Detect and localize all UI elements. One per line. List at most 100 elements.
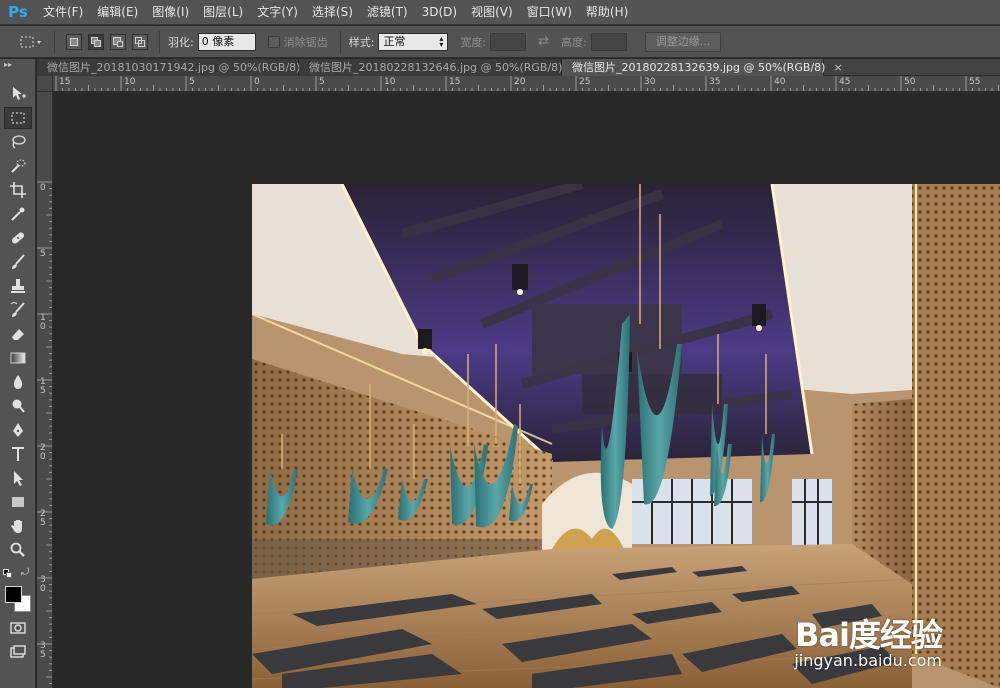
menu-file[interactable]: 文件(F) [36,0,90,25]
ruler-label: 15 [59,77,71,87]
quick-mask-button[interactable] [4,617,32,639]
blur-tool[interactable] [4,371,32,393]
tool-preset-picker[interactable] [16,31,46,53]
separator [54,30,55,53]
screen-mode-icon [10,645,26,658]
ruler-label: 1 5 [40,377,46,396]
crop-tool[interactable] [4,179,32,201]
toolbox: ▸▸ ⤾ [0,59,36,688]
menu-view[interactable]: 视图(V) [464,0,520,25]
brush-tool[interactable] [4,251,32,273]
toolbox-collapse-icon[interactable]: ▸▸ [4,60,12,69]
history-brush-tool[interactable] [4,299,32,321]
select-arrows-icon: ▴ ▾ [439,33,444,49]
antialias-checkbox[interactable] [267,35,280,48]
ruler-label: 0 [40,183,46,193]
foreground-color-swatch[interactable] [5,586,22,603]
ruler-label: 30 [644,77,656,87]
yoga-studio-photo[interactable] [252,184,1000,688]
ruler-label: 0 [254,77,260,87]
path-selection-icon [14,471,23,486]
vertical-ruler[interactable]: 0 5 1 0 1 5 2 0 2 5 3 0 3 5 [37,92,53,688]
tab-document-2[interactable]: 微信图片_20180228132646.jpg @ 50%(RGB/8) × [299,59,580,76]
move-tool[interactable] [4,83,32,105]
separator [339,30,341,53]
menu-select[interactable]: 选择(S) [305,0,360,25]
ruler-label: 35 [709,77,721,87]
height-label: 高度: [561,35,587,49]
bandage-icon [11,232,25,244]
swap-colors-icon[interactable]: ⤾ [21,567,29,578]
lasso-icon [12,135,26,149]
marquee-icon [11,112,25,124]
type-tool[interactable] [4,443,32,465]
tab-label: 微信图片_20180228132646.jpg @ 50%(RGB/8) [309,61,563,74]
menu-window[interactable]: 窗口(W) [520,0,579,25]
dodge-tool[interactable] [4,395,32,417]
quick-selection-tool[interactable] [4,155,32,177]
ruler-label: 2 0 [40,443,46,462]
refine-edge-button[interactable]: 调整边缘... [644,31,722,52]
ruler-origin[interactable] [37,76,53,92]
menu-type[interactable]: 文字(Y) [250,0,305,25]
intersect-selection-button[interactable] [132,33,148,50]
menu-3d[interactable]: 3D(D) [415,0,464,25]
drop-icon [13,375,23,389]
eyedropper-tool[interactable] [4,203,32,225]
swap-dimensions-icon[interactable]: ⇄ [538,34,549,49]
tab-document-1[interactable]: 微信图片_20181030171942.jpg @ 50%(RGB/8) × [37,59,318,76]
horizontal-ruler-ticks [55,76,999,91]
brush-icon [12,254,25,269]
watermark-url: jingyan.baidu.com [794,650,942,670]
width-input[interactable] [490,32,527,51]
gradient-tool[interactable] [4,347,32,369]
quick-mask-icon [10,622,26,634]
menu-help[interactable]: 帮助(H) [579,0,635,25]
healing-brush-tool[interactable] [4,227,32,249]
gradient-icon [10,352,26,364]
hand-tool[interactable] [4,515,32,537]
default-colors-icon[interactable] [3,569,13,579]
ruler-label: 45 [839,77,851,87]
marquee-preset-icon [20,36,41,47]
new-selection-button[interactable] [66,33,82,50]
close-icon[interactable]: × [833,59,842,76]
dodge-icon [12,399,25,413]
stamp-icon [11,279,25,293]
feather-label: 羽化: [168,35,194,49]
menu-filter[interactable]: 滤镜(T) [360,0,415,25]
menu-image[interactable]: 图像(I) [145,0,196,25]
path-selection-tool[interactable] [4,467,32,489]
rectangular-marquee-tool[interactable] [4,107,32,129]
zoom-tool[interactable] [4,539,32,561]
type-icon [12,447,24,461]
ruler-label: 1 0 [40,313,46,332]
crop-icon [10,182,26,198]
menu-bar: Ps 文件(F) 编辑(E) 图像(I) 图层(L) 文字(Y) 选择(S) 滤… [0,0,1000,25]
subtract-from-selection-button[interactable] [110,33,126,50]
feather-input[interactable]: 0 像素 [197,32,256,51]
menu-layer[interactable]: 图层(L) [196,0,250,25]
pen-tool[interactable] [4,419,32,441]
hand-icon [11,520,22,533]
ruler-label: 5 [189,77,195,87]
pen-icon [13,423,23,437]
separator [159,30,160,53]
ruler-label: 10 [124,77,136,87]
horizontal-ruler[interactable]: 15 10 5 0 5 10 15 20 25 30 35 40 45 50 5… [53,76,1000,92]
ruler-label: 5 [319,77,325,87]
eraser-tool[interactable] [4,323,32,345]
lasso-tool[interactable] [4,131,32,153]
style-select[interactable]: 正常 ▴ ▾ [378,32,449,51]
menu-edit[interactable]: 编辑(E) [90,0,145,25]
rectangle-shape-tool[interactable] [4,491,32,513]
ruler-label: 25 [579,77,591,87]
tab-document-3[interactable]: 微信图片_20180228132639.jpg @ 50%(RGB/8) × [562,59,843,76]
add-to-selection-button[interactable] [88,33,104,50]
height-input[interactable] [590,32,627,51]
ruler-label: 20 [514,77,526,87]
ruler-label: 40 [774,77,786,87]
canvas-area[interactable]: Bai度经验 jingyan.baidu.com [54,93,1000,688]
clone-stamp-tool[interactable] [4,275,32,297]
screen-mode-button[interactable] [4,641,32,663]
